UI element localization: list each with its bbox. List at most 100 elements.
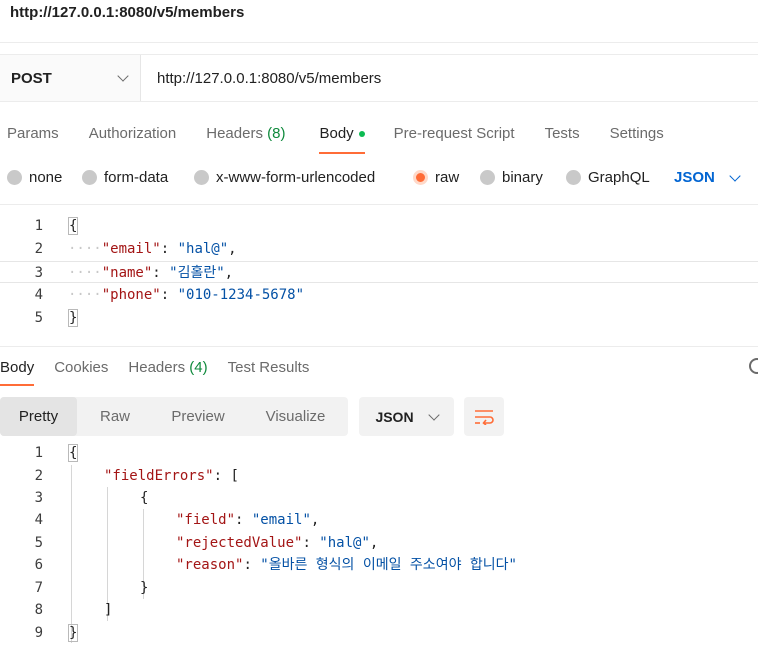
response-tabs: Body Cookies Headers (4) Test Results	[0, 354, 309, 386]
line-number: 5	[34, 535, 43, 551]
tab-label: Tests	[544, 125, 580, 142]
radio-binary[interactable]: binary	[480, 169, 543, 186]
tab-settings[interactable]: Settings	[610, 112, 664, 154]
chevron-down-icon	[117, 70, 129, 82]
json-value: "올바른 형식의 이메일 주소여야 합니다"	[260, 557, 517, 573]
window-title: http://127.0.0.1:8080/v5/members	[10, 4, 245, 21]
view-label: Visualize	[265, 408, 326, 425]
headers-count: (4)	[189, 359, 208, 376]
radio-label: raw	[435, 169, 460, 186]
radio-label: x-www-form-urlencoded	[216, 169, 376, 186]
line-number: 4	[34, 287, 43, 303]
divider	[0, 204, 758, 205]
code-line: 1 {	[0, 215, 758, 237]
modified-dot-icon	[358, 131, 365, 138]
code-line: 8 ]	[0, 599, 758, 621]
tab-headers[interactable]: Headers (8)	[206, 112, 285, 154]
json-value: "010-1234-5678"	[177, 287, 305, 303]
response-format-label: JSON	[375, 408, 414, 425]
tab-pre-request-script[interactable]: Pre-request Script	[394, 112, 515, 154]
radio-label: none	[29, 169, 63, 186]
body-format-label: JSON	[674, 169, 715, 186]
tab-authorization[interactable]: Authorization	[89, 112, 177, 154]
divider	[0, 42, 758, 43]
line-number: 8	[34, 602, 43, 618]
globe-icon[interactable]	[749, 358, 758, 374]
view-label: Raw	[99, 408, 130, 425]
tab-label: Cookies	[54, 359, 109, 376]
radio-label: form-data	[104, 169, 169, 186]
url-input[interactable]: http://127.0.0.1:8080/v5/members	[141, 55, 758, 101]
code-line-current: 3 ····"name": "김홀란",	[0, 261, 758, 283]
json-key: "rejectedValue"	[176, 535, 303, 551]
code-line: 7 }	[0, 577, 758, 599]
radio-graphql[interactable]: GraphQL	[566, 169, 650, 186]
tab-params[interactable]: Params	[7, 112, 59, 154]
code-token: [	[230, 468, 239, 484]
view-pretty[interactable]: Pretty	[0, 397, 77, 436]
line-number: 7	[34, 580, 43, 596]
radio-x-www-form-urlencoded[interactable]: x-www-form-urlencoded	[194, 169, 375, 186]
tab-response-body[interactable]: Body	[0, 354, 35, 386]
tab-label: Settings	[609, 125, 664, 142]
code-line: 4 "field": "email",	[0, 509, 758, 531]
tab-label: Headers	[206, 125, 263, 142]
tab-label: Pre-request Script	[393, 125, 515, 142]
json-value: "hal@"	[177, 241, 229, 257]
view-visualize[interactable]: Visualize	[243, 397, 348, 436]
radio-selected-icon	[413, 170, 428, 185]
tab-label: Body	[0, 359, 35, 376]
json-key: "name"	[101, 265, 153, 281]
radio-raw[interactable]: raw	[413, 169, 459, 186]
request-tabs: Params Authorization Headers (8) Body Pr…	[0, 112, 664, 154]
view-preview[interactable]: Preview	[153, 397, 243, 436]
radio-form-data[interactable]: form-data	[82, 169, 168, 186]
line-number: 6	[34, 557, 43, 573]
tab-cookies[interactable]: Cookies	[54, 354, 108, 386]
wrap-lines-icon	[475, 409, 494, 425]
tab-label: Body	[319, 125, 354, 142]
chevron-down-icon	[427, 408, 440, 421]
code-line: 5 }	[0, 307, 758, 329]
tab-test-results[interactable]: Test Results	[228, 354, 310, 386]
body-format-select[interactable]: JSON	[674, 169, 741, 186]
code-token: {	[140, 490, 149, 506]
json-key: "field"	[176, 512, 236, 528]
view-raw[interactable]: Raw	[77, 397, 153, 436]
radio-icon	[7, 170, 22, 185]
response-format-select[interactable]: JSON	[359, 397, 454, 436]
view-label: Preview	[171, 408, 225, 425]
json-value: "김홀란"	[169, 265, 225, 281]
line-number: 2	[34, 241, 43, 257]
view-label: Pretty	[18, 408, 59, 425]
tab-response-headers[interactable]: Headers (4)	[128, 354, 207, 386]
json-key: "fieldErrors"	[104, 468, 214, 484]
method-select[interactable]: POST	[0, 55, 141, 101]
line-number: 4	[34, 512, 43, 528]
code-token: }	[68, 309, 79, 327]
json-key: "reason"	[176, 557, 244, 573]
tab-label: Test Results	[227, 359, 310, 376]
code-line: 9 }	[0, 622, 758, 644]
radio-icon	[566, 170, 581, 185]
code-line: 6 "reason": "올바른 형식의 이메일 주소여야 합니다"	[0, 554, 758, 576]
tab-label: Params	[7, 125, 59, 142]
code-line: 5 "rejectedValue": "hal@",	[0, 532, 758, 554]
radio-label: GraphQL	[588, 169, 650, 186]
code-line: 2 ····"email": "hal@",	[0, 238, 758, 260]
line-number: 3	[34, 490, 43, 506]
method-label: POST	[11, 69, 52, 87]
radio-icon	[82, 170, 97, 185]
code-line: 2 "fieldErrors": [	[0, 465, 758, 487]
tab-body[interactable]: Body	[319, 112, 365, 154]
tab-label: Authorization	[88, 125, 177, 142]
code-token: }	[140, 580, 149, 596]
wrap-lines-button[interactable]	[464, 397, 504, 436]
tab-tests[interactable]: Tests	[545, 112, 580, 154]
json-value: "email"	[251, 512, 311, 528]
radio-none[interactable]: none	[7, 169, 62, 186]
line-number: 9	[34, 625, 43, 641]
code-line: 4 ····"phone": "010-1234-5678"	[0, 284, 758, 306]
json-key: "email"	[101, 241, 161, 257]
code-line: 1 {	[0, 442, 758, 464]
